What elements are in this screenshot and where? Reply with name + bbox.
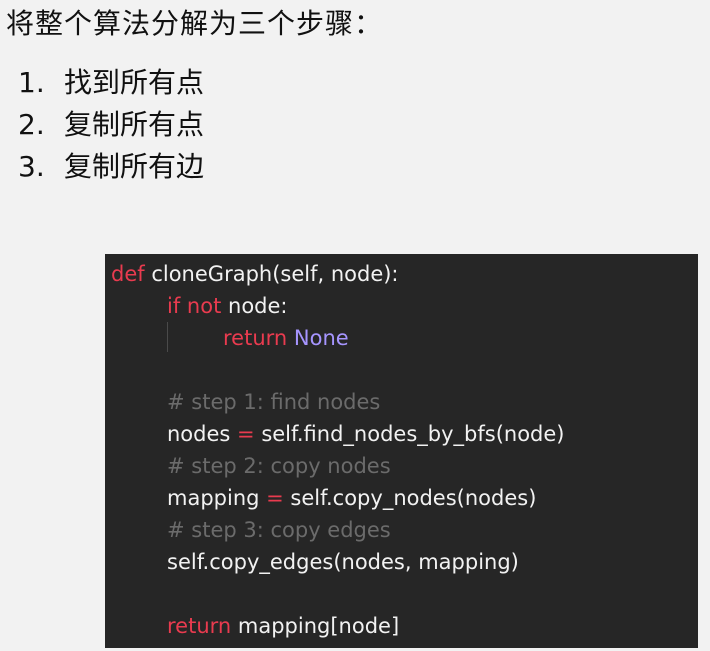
constant-none: None [293, 326, 349, 350]
keyword-if: if [167, 294, 181, 318]
if-condition: node: [221, 294, 288, 318]
code-line-return-none: return None [105, 322, 698, 354]
indent-guide [167, 322, 168, 352]
code-comment-step2: # step 2: copy nodes [167, 454, 391, 478]
variable-nodes: nodes [167, 422, 238, 446]
step-item-3: 3. 复制所有边 [18, 146, 204, 188]
copy-nodes-call: self.copy_nodes(nodes) [283, 486, 537, 510]
code-block: def cloneGraph(self, node): if not node:… [105, 254, 698, 648]
code-line-final-return: return mapping[node] [105, 610, 698, 642]
step-item-1: 1. 找到所有点 [18, 62, 204, 104]
keyword-not: not [186, 294, 222, 318]
keyword-return: return [223, 326, 288, 350]
code-line-copy-edges: self.copy_edges(nodes, mapping) [167, 550, 519, 574]
steps-list: 1. 找到所有点 2. 复制所有点 3. 复制所有边 [18, 62, 204, 188]
keyword-def: def [111, 262, 145, 286]
find-nodes-call: self.find_nodes_by_bfs(node) [254, 422, 565, 446]
code-line-def: def cloneGraph(self, node): [105, 258, 698, 290]
step-text: 复制所有边 [64, 150, 205, 183]
step-number: 3. [18, 150, 45, 183]
code-comment-step3: # step 3: copy edges [167, 518, 391, 542]
step-number: 2. [18, 108, 45, 141]
step-text: 复制所有点 [64, 108, 205, 141]
assign-operator: = [266, 486, 284, 510]
assign-operator: = [237, 422, 255, 446]
code-line-mapping: mapping = self.copy_nodes(nodes) [105, 482, 698, 514]
step-text: 找到所有点 [64, 66, 205, 99]
code-line-if: if not node: [105, 290, 698, 322]
variable-mapping: mapping [167, 486, 267, 510]
return-expression: mapping[node] [231, 614, 400, 638]
step-number: 1. [18, 66, 45, 99]
keyword-return: return [167, 614, 232, 638]
step-item-2: 2. 复制所有点 [18, 104, 204, 146]
code-comment-step1: # step 1: find nodes [167, 390, 381, 414]
function-signature: cloneGraph(self, node): [144, 262, 399, 286]
code-line-nodes: nodes = self.find_nodes_by_bfs(node) [105, 418, 698, 450]
page-heading: 将整个算法分解为三个步骤： [6, 7, 384, 40]
